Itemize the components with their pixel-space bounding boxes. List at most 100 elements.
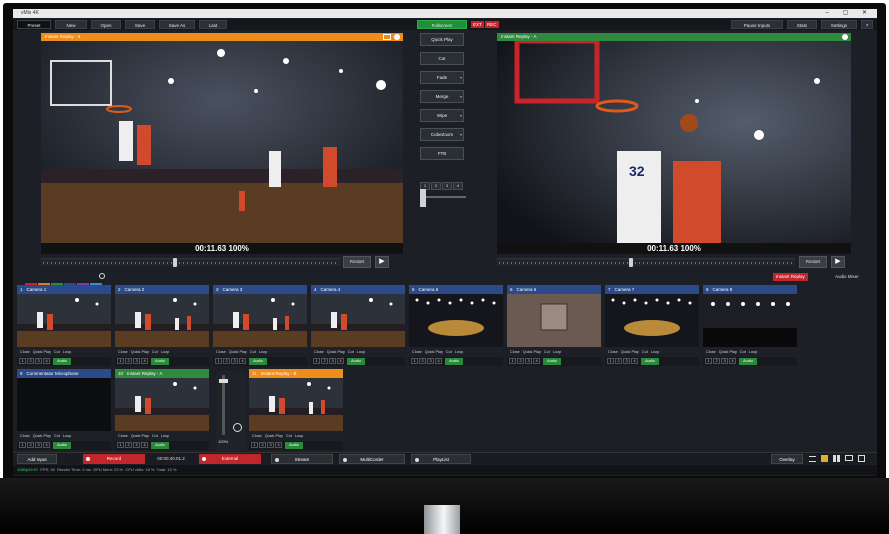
preview-scrubber[interactable] (41, 258, 341, 267)
menu-4-button[interactable]: Save As (159, 20, 195, 29)
menu-right-0-button[interactable]: Pause Inputs (731, 20, 783, 29)
window-controls[interactable]: – ▢ ✕ (826, 9, 873, 18)
overlay-number-button[interactable]: 2 (259, 442, 266, 448)
stream-button[interactable]: Stream (271, 454, 333, 464)
input-preview[interactable] (17, 378, 111, 431)
input-control-button[interactable]: Loop (259, 350, 267, 354)
input-preview[interactable] (605, 294, 699, 347)
input-control-button[interactable]: Quick Play (131, 434, 149, 438)
output-scrub-knob[interactable] (629, 258, 633, 267)
overlay-number-button[interactable]: 3 (231, 358, 238, 364)
input-control-button[interactable]: Cut (54, 350, 60, 354)
input-preview[interactable] (17, 294, 111, 347)
overlay-number-button[interactable]: 1 (313, 358, 320, 364)
input-control-button[interactable]: Quick Play (229, 350, 247, 354)
transition-4-button[interactable]: Wipe ▾ (420, 109, 464, 122)
input-tile-header[interactable]: 5 Camera 5 (409, 285, 503, 294)
input-tile[interactable]: 5 Camera 5 Close Quick Play Cut Loop 1 2 3 4 Audio (409, 285, 503, 367)
overlay-number-button[interactable]: 1 (19, 358, 26, 364)
overlay-number-button[interactable]: 1 (215, 358, 222, 364)
input-preview[interactable] (115, 294, 209, 347)
menu-right-1-button[interactable]: Stats (787, 20, 817, 29)
transition-3-button[interactable]: Merge ▾ (420, 90, 464, 103)
audio-button[interactable]: Audio (151, 358, 169, 365)
input-control-button[interactable]: Cut (740, 350, 746, 354)
overlay-number-button[interactable]: 4 (337, 358, 344, 364)
overlay-number-button[interactable]: 3 (525, 358, 532, 364)
input-control-button[interactable]: Cut (642, 350, 648, 354)
overlay-number-button[interactable]: 1 (117, 442, 124, 448)
master-fader[interactable]: 100% (216, 371, 246, 451)
overlay-number-button[interactable]: 1 (607, 358, 614, 364)
menu-5-button[interactable]: Last (199, 20, 227, 29)
input-tile[interactable]: 8 Camera 8 Close Quick Play Cut Loop 1 2 3 4 Audio (703, 285, 797, 367)
chevron-down-icon[interactable]: ▾ (460, 129, 462, 140)
overlay-number-button[interactable]: 2 (713, 358, 720, 364)
menu-right-3-button[interactable]: ? (861, 20, 873, 29)
add-input-button[interactable]: Add Input (17, 454, 57, 464)
input-preview[interactable] (703, 294, 797, 347)
audio-button[interactable]: Audio (641, 358, 659, 365)
overlay-number-button[interactable]: 3 (133, 442, 140, 448)
output-play-button[interactable]: ▶ (831, 256, 845, 268)
input-preview[interactable] (249, 378, 343, 431)
input-tile[interactable]: 7 Camera 7 Close Quick Play Cut Loop 1 2 3 4 Audio (605, 285, 699, 367)
overlay-number-button[interactable]: 1 (509, 358, 516, 364)
input-control-button[interactable]: Quick Play (719, 350, 737, 354)
transition-6-button[interactable]: FTB (420, 147, 464, 160)
overlay-number-button[interactable]: 3 (623, 358, 630, 364)
preview-restart-button[interactable]: Restart (343, 256, 371, 268)
overlay-number-button[interactable]: 2 (321, 358, 328, 364)
audio-button[interactable]: Audio (53, 358, 71, 365)
audio-button[interactable]: Audio (739, 358, 757, 365)
list-view-icon[interactable] (809, 456, 816, 462)
ext-badge[interactable]: EXT (471, 21, 484, 28)
overlay-number-button[interactable]: 2 (419, 358, 426, 364)
overlay-number-button[interactable]: 3 (427, 358, 434, 364)
input-control-button[interactable]: Close (412, 350, 422, 354)
input-tile-header[interactable]: 6 Camera 6 (507, 285, 601, 294)
input-control-button[interactable]: Quick Play (33, 434, 51, 438)
transition-2-button[interactable]: Fade ▾ (420, 71, 464, 84)
input-control-button[interactable]: Loop (749, 350, 757, 354)
input-control-button[interactable]: Loop (651, 350, 659, 354)
chevron-down-icon[interactable]: ▾ (460, 110, 462, 121)
input-tile-header[interactable]: 11 Instant Replay - B (249, 369, 343, 378)
input-control-button[interactable]: Loop (455, 350, 463, 354)
audio-button[interactable]: Audio (445, 358, 463, 365)
input-control-button[interactable]: Quick Play (265, 434, 283, 438)
input-control-button[interactable]: Cut (544, 350, 550, 354)
input-tile-header[interactable]: 9 Commentator Microphone (17, 369, 111, 378)
chevron-down-icon[interactable]: ▾ (460, 72, 462, 83)
chevron-down-icon[interactable]: ▾ (460, 91, 462, 102)
overlay-number-button[interactable]: 1 (251, 442, 258, 448)
input-tile[interactable]: 10 Instant Replay - A Close Quick Play Cut Lo… (115, 369, 209, 451)
t-bar[interactable] (420, 187, 468, 211)
input-tile-header[interactable]: 8 Camera 8 (703, 285, 797, 294)
input-tile[interactable]: 1 Camera 1 Close Quick Play Cut Loop 1 2 3 4 Audio (17, 285, 111, 367)
overlay-number-button[interactable]: 1 (117, 358, 124, 364)
input-control-button[interactable]: Cut (152, 350, 158, 354)
overlay-number-button[interactable]: 4 (729, 358, 736, 364)
overlay-number-button[interactable]: 1 (19, 442, 26, 448)
input-control-button[interactable]: Cut (446, 350, 452, 354)
audio-button[interactable]: Audio (347, 358, 365, 365)
input-tile-header[interactable]: 2 Camera 2 (115, 285, 209, 294)
input-control-button[interactable]: Quick Play (33, 350, 51, 354)
overlay-number-button[interactable]: 2 (223, 358, 230, 364)
overlay-number-button[interactable]: 2 (27, 358, 34, 364)
fullscreen-button[interactable]: Fullscreen (417, 20, 467, 29)
audio-button[interactable]: Audio (151, 442, 169, 449)
grid-view-icon[interactable] (833, 455, 840, 462)
input-control-button[interactable]: Cut (250, 350, 256, 354)
input-control-button[interactable]: Close (118, 350, 128, 354)
audio-button[interactable]: Audio (249, 358, 267, 365)
overlay-number-button[interactable]: 4 (239, 358, 246, 364)
menu-right-2-button[interactable]: Settings (821, 20, 857, 29)
input-control-button[interactable]: Close (510, 350, 520, 354)
input-tile[interactable]: 6 Camera 6 Close Quick Play Cut Loop 1 2 3 4 Audio (507, 285, 601, 367)
input-control-button[interactable]: Quick Play (425, 350, 443, 354)
audio-mixer-tab[interactable]: Audio Mixer (835, 273, 859, 281)
instant-replay-tab[interactable]: Instant Replay (773, 273, 808, 281)
input-tile[interactable]: 2 Camera 2 Close Quick Play Cut Loop 1 2 3 4 Audio (115, 285, 209, 367)
